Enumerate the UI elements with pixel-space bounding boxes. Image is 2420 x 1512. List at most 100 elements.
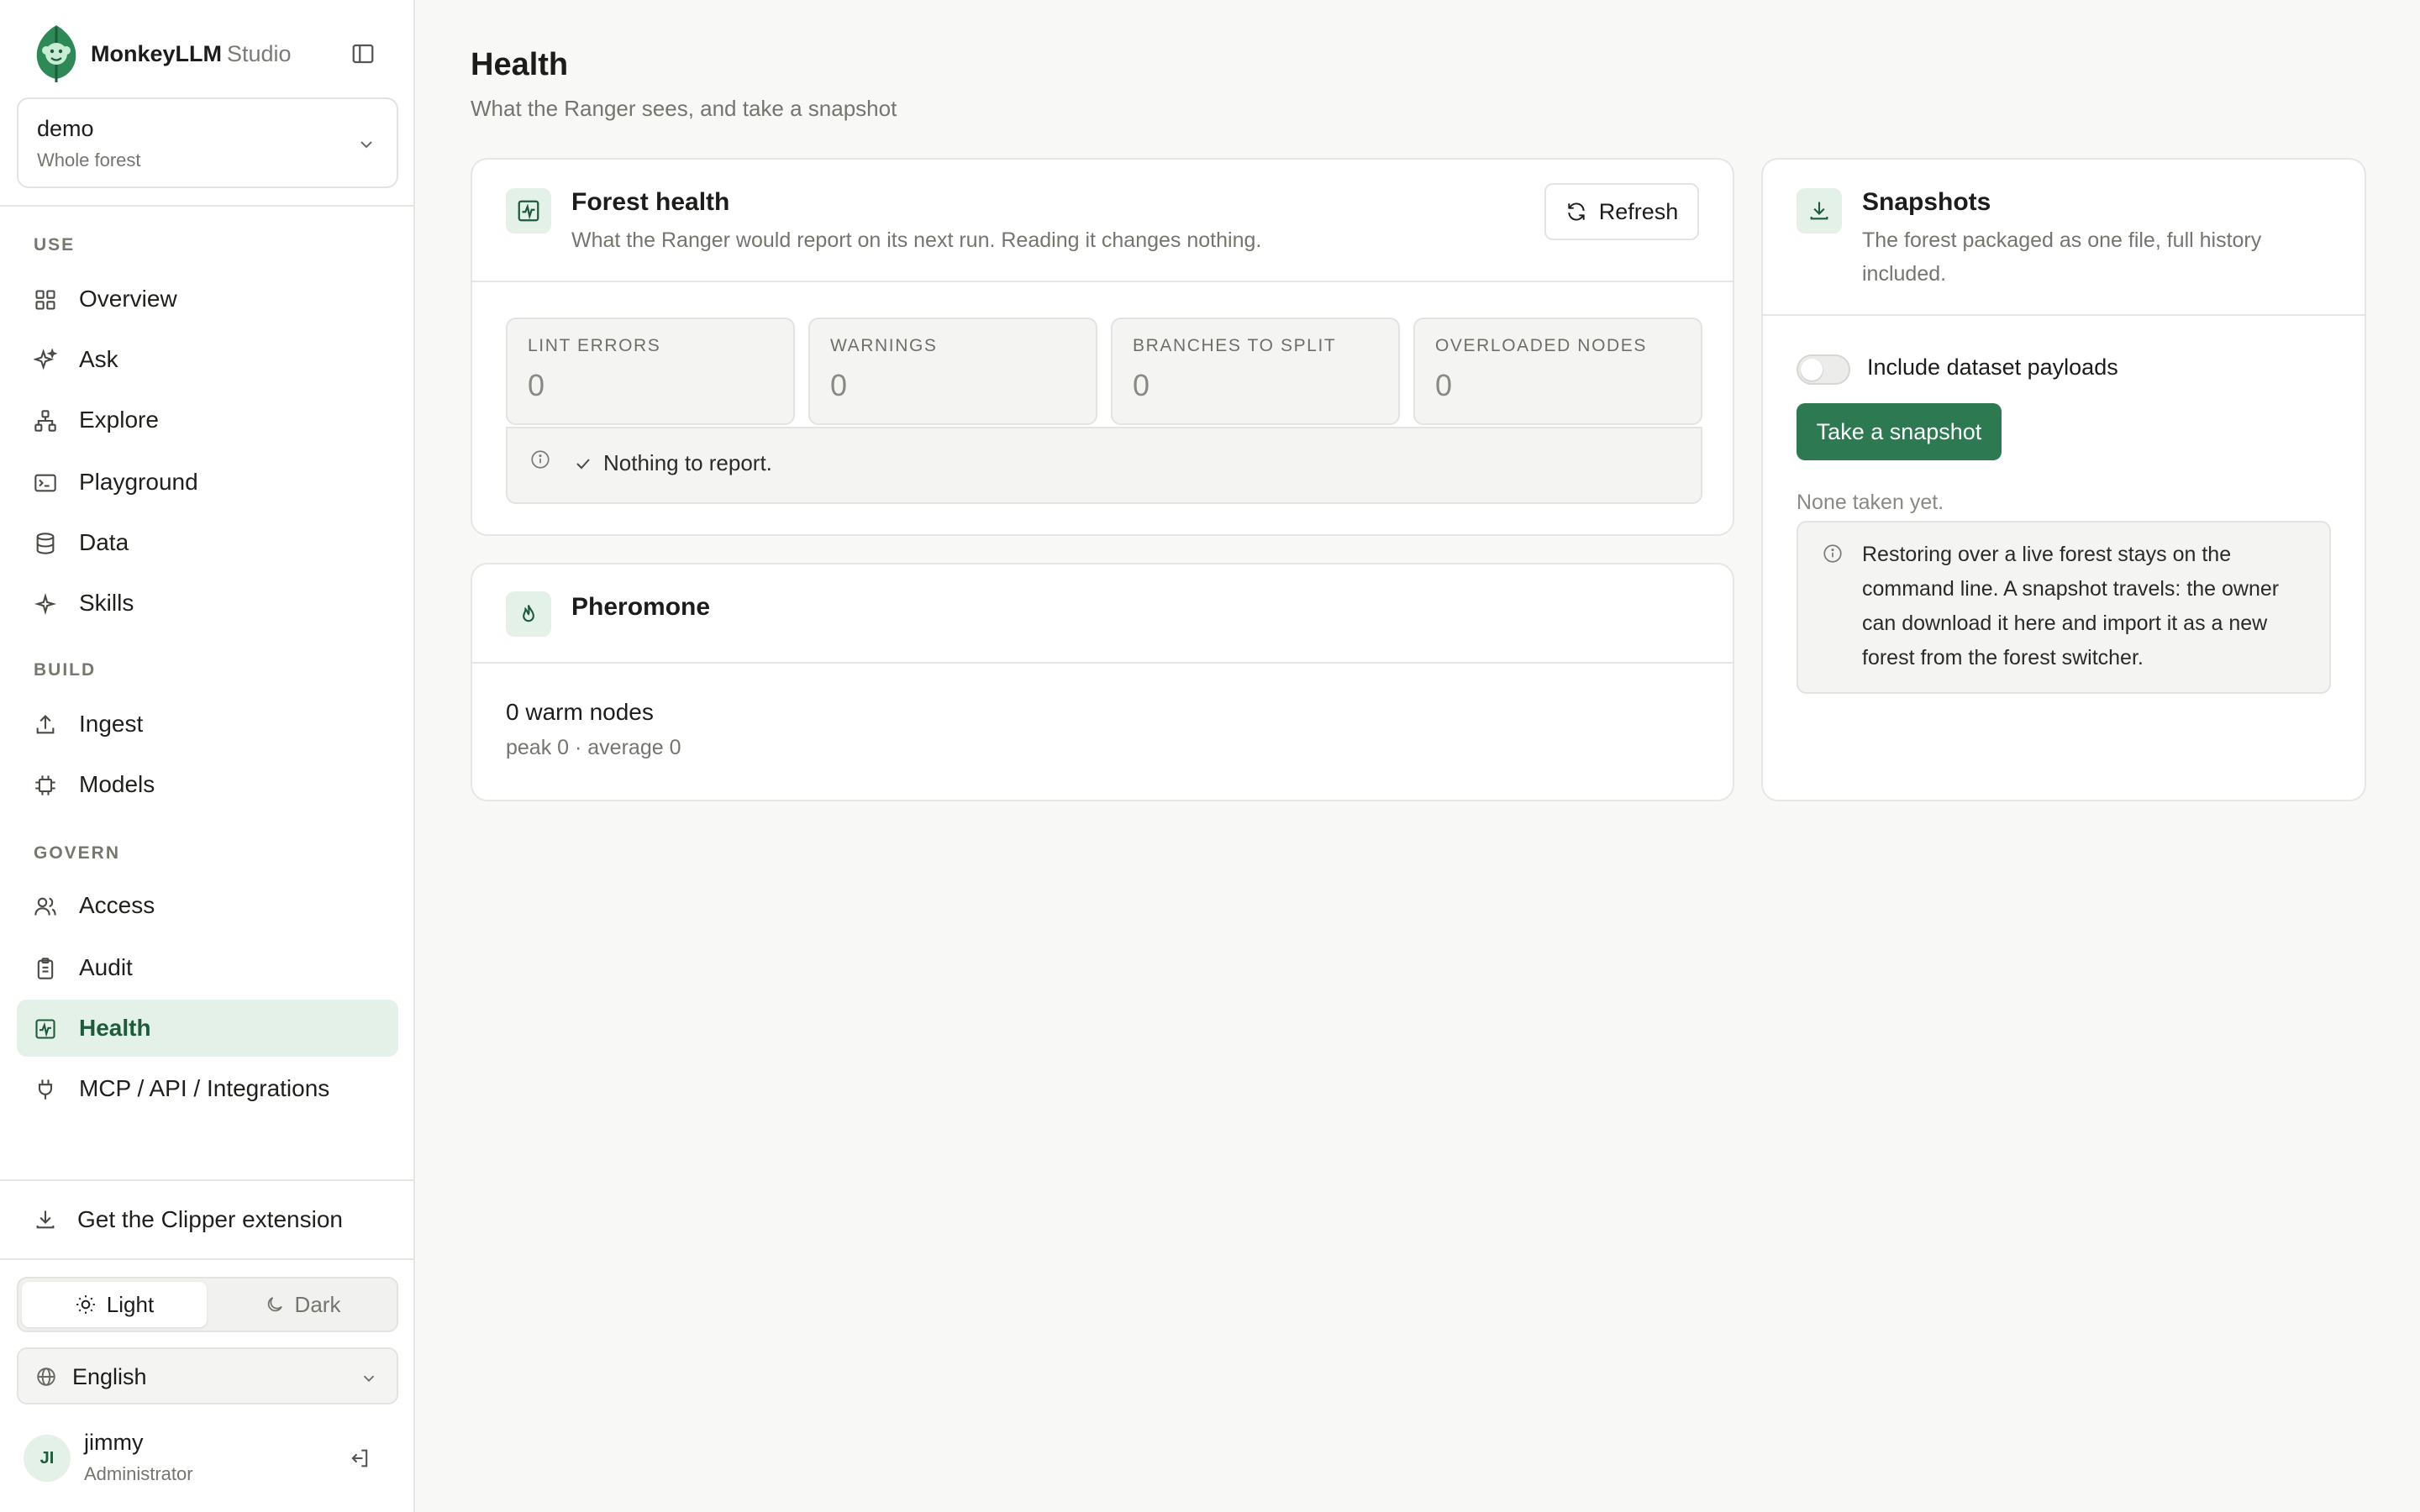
network-icon <box>34 409 57 433</box>
refresh-button[interactable]: Refresh <box>1544 183 1699 240</box>
nav-item-audit[interactable]: Audit <box>17 939 398 996</box>
toggle-sidebar-button[interactable] <box>348 39 378 69</box>
grid-icon <box>34 288 57 312</box>
theme-dark-option[interactable]: Dark <box>210 1282 395 1327</box>
forest-health-subtitle: What the Ranger would report on its next… <box>571 228 1262 252</box>
users-icon <box>34 895 57 918</box>
nav-item-label: Skills <box>79 590 134 616</box>
stat-branches-to-split: BRANCHES TO SPLIT 0 <box>1111 318 1400 425</box>
nav-item-label: Playground <box>79 469 198 495</box>
activity-icon <box>34 1017 57 1041</box>
stat-value: 0 <box>1435 368 1453 402</box>
nav-item-label: Data <box>79 529 129 555</box>
chip-icon <box>34 774 57 797</box>
database-icon <box>34 532 57 555</box>
report-text: Nothing to report. <box>603 450 772 475</box>
divider <box>472 281 1733 282</box>
chevron-down-icon <box>356 134 376 155</box>
theme-dark-label: Dark <box>294 1291 341 1317</box>
take-snapshot-button[interactable]: Take a snapshot <box>1797 403 2002 460</box>
language-select[interactable]: English <box>17 1347 398 1404</box>
stat-label: OVERLOADED NODES <box>1435 336 1647 355</box>
stat-label: WARNINGS <box>830 336 938 355</box>
chevron-down-icon <box>360 1369 378 1388</box>
snapshots-card: Snapshots The forest packaged as one fil… <box>1761 158 2366 801</box>
nav-item-models[interactable]: Models <box>17 756 398 813</box>
divider <box>472 662 1733 664</box>
nav-item-ask[interactable]: Ask <box>17 331 398 388</box>
refresh-label: Refresh <box>1598 198 1679 224</box>
stat-value: 0 <box>528 368 545 402</box>
forest-switcher[interactable]: demo Whole forest <box>17 97 398 188</box>
check-icon <box>573 454 593 474</box>
pheromone-card: Pheromone 0 warm nodes peak 0 · average … <box>471 563 1734 801</box>
nav-item-overview[interactable]: Overview <box>17 270 398 328</box>
nav-item-ingest[interactable]: Ingest <box>17 696 398 753</box>
stat-value: 0 <box>1133 368 1150 402</box>
restore-note: Restoring over a live forest stays on th… <box>1797 521 2331 694</box>
nav-item-health[interactable]: Health <box>17 1000 398 1057</box>
language-label: English <box>72 1364 147 1389</box>
download-icon <box>34 1208 57 1231</box>
nav-item-integrations[interactable]: MCP / API / Integrations <box>17 1060 398 1117</box>
brand-suffix: Studio <box>227 40 292 66</box>
nav-item-label: Ingest <box>79 711 144 737</box>
nav-item-label: Overview <box>79 286 177 312</box>
stat-warnings: WARNINGS 0 <box>808 318 1097 425</box>
theme-light-option[interactable]: Light <box>22 1282 207 1327</box>
monkey-leaf-logo-icon <box>34 24 79 84</box>
refresh-icon <box>1565 201 1587 223</box>
forest-name: demo <box>37 116 94 141</box>
nav-item-label: Health <box>79 1015 151 1041</box>
sparkle-icon <box>34 592 57 616</box>
sparkles-icon <box>34 349 57 372</box>
stat-lint-errors: LINT ERRORS 0 <box>506 318 795 425</box>
forest-health-card: Forest health What the Ranger would repo… <box>471 158 1734 536</box>
nav-item-explore[interactable]: Explore <box>17 391 398 449</box>
theme-light-label: Light <box>106 1291 155 1317</box>
snapshots-subtitle: The forest packaged as one file, full hi… <box>1862 228 2262 286</box>
plug-icon <box>34 1078 57 1101</box>
warm-nodes-count: 0 warm nodes <box>506 699 654 725</box>
nav-item-label: Ask <box>79 346 118 372</box>
user-role: Administrator <box>84 1463 193 1484</box>
stat-overloaded-nodes: OVERLOADED NODES 0 <box>1413 318 1702 425</box>
sidebar: MonkeyLLM Studio demo Whole forest USE Ov… <box>0 0 415 1512</box>
download-icon <box>1797 188 1842 234</box>
moon-icon <box>265 1294 285 1315</box>
stat-label: LINT ERRORS <box>528 336 661 355</box>
logout-icon[interactable] <box>348 1446 371 1470</box>
brand-name: MonkeyLLM Studio <box>91 41 292 67</box>
nav-item-playground[interactable]: Playground <box>17 454 398 511</box>
nav-section-govern: GOVERN <box>34 843 121 863</box>
report-message: Nothing to report. <box>506 427 1702 504</box>
forest-health-title: Forest health <box>571 188 730 216</box>
info-icon <box>1822 543 1844 564</box>
avatar: JI <box>24 1435 71 1482</box>
include-payloads-toggle[interactable] <box>1797 354 1850 385</box>
clipboard-icon <box>34 957 57 980</box>
nav-item-label: Access <box>79 892 155 918</box>
stat-label: BRANCHES TO SPLIT <box>1133 336 1337 355</box>
theme-toggle: Light Dark <box>17 1277 398 1332</box>
nav-item-skills[interactable]: Skills <box>17 575 398 632</box>
nav-item-access[interactable]: Access <box>17 877 398 934</box>
nav-item-label: Models <box>79 771 155 797</box>
nav-item-data[interactable]: Data <box>17 514 398 571</box>
nav-section-use: USE <box>34 235 76 255</box>
pheromone-title: Pheromone <box>571 593 711 621</box>
clipper-label: Get the Clipper extension <box>77 1206 343 1232</box>
brand[interactable]: MonkeyLLM Studio <box>34 22 292 86</box>
brand-title: MonkeyLLM <box>91 40 223 66</box>
user-profile: JI jimmy Administrator <box>24 1428 393 1488</box>
sun-icon <box>75 1294 97 1315</box>
flame-icon <box>506 591 551 637</box>
nav-item-label: MCP / API / Integrations <box>79 1075 330 1101</box>
nav-item-label: Audit <box>79 954 133 980</box>
user-name: jimmy <box>84 1430 144 1455</box>
divider <box>0 1258 415 1260</box>
info-icon <box>529 449 551 470</box>
nav-item-label: Explore <box>79 407 159 433</box>
get-clipper-extension-link[interactable]: Get the Clipper extension <box>17 1193 398 1247</box>
snapshots-title: Snapshots <box>1862 188 1991 216</box>
